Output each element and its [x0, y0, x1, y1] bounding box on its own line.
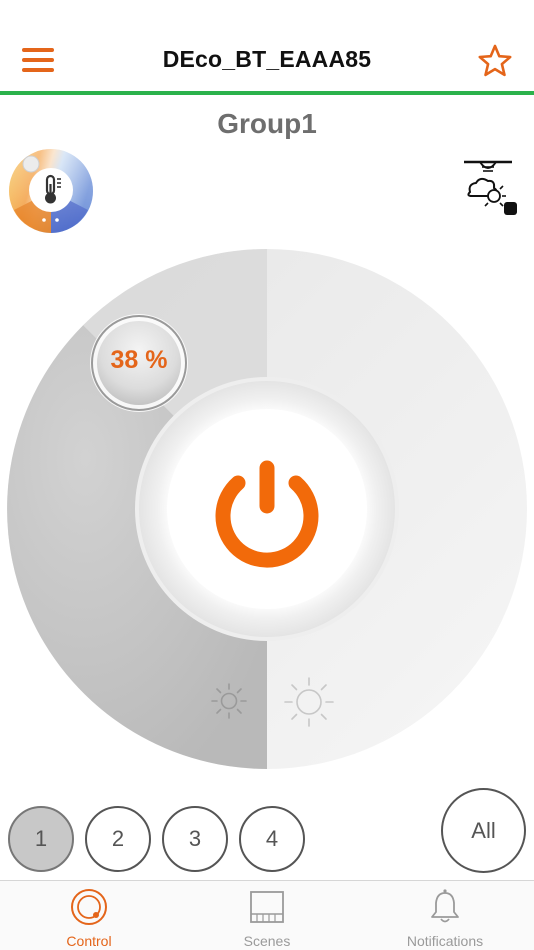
daylight-sensor-button[interactable] — [458, 158, 522, 218]
tab-scenes-label: Scenes — [243, 933, 291, 949]
sun-small-icon — [211, 683, 247, 719]
menu-button[interactable] — [18, 44, 58, 76]
tab-control[interactable]: Control — [0, 881, 178, 950]
channel-3-button[interactable]: 3 — [162, 806, 228, 872]
thermometer-icon — [9, 149, 93, 233]
channel-4-button[interactable]: 4 — [239, 806, 305, 872]
brighten-button[interactable] — [282, 675, 336, 729]
power-button[interactable] — [138, 380, 396, 638]
control-dial-icon — [71, 889, 107, 925]
tab-scenes[interactable]: Scenes — [178, 881, 356, 950]
tab-control-label: Control — [66, 933, 112, 949]
power-icon — [139, 381, 395, 637]
app-header: DEco_BT_EAAA85 — [0, 0, 534, 96]
sun-large-icon — [284, 677, 334, 727]
device-title: DEco_BT_EAAA85 — [162, 46, 372, 72]
channel-1-button[interactable]: 1 — [8, 806, 74, 872]
dim-button[interactable] — [209, 681, 249, 721]
star-outline-icon — [478, 44, 512, 77]
color-temperature-button[interactable] — [8, 148, 94, 234]
daylight-sensor-icon — [464, 160, 517, 215]
tab-notifications[interactable]: Notifications — [356, 881, 534, 950]
hamburger-menu-icon — [22, 48, 54, 52]
header-divider — [0, 91, 534, 95]
bottom-tab-bar: Control Scenes Notifications — [0, 880, 534, 950]
group-title: Group1 — [217, 108, 317, 139]
channel-2-button[interactable]: 2 — [85, 806, 151, 872]
bell-icon — [431, 889, 459, 923]
favorite-button[interactable] — [476, 42, 514, 80]
tab-notifications-label: Notifications — [406, 933, 484, 949]
channel-all-button[interactable]: All — [441, 788, 526, 873]
scenes-grid-icon — [250, 891, 284, 923]
